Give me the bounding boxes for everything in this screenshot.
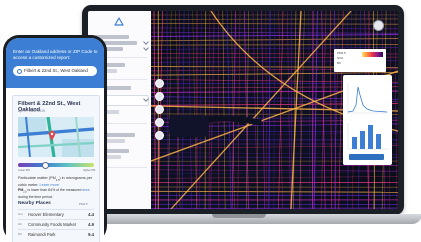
laptop-notch — [212, 214, 266, 218]
phone-frame: Enter an Oakland address or ZIP Code to … — [3, 35, 107, 242]
stats-charts — [347, 83, 388, 150]
address-search-input[interactable]: Filbert & 22nd St., West Oakland — [13, 66, 97, 76]
search-icon — [17, 68, 22, 74]
note-text: during the time period. — [18, 195, 53, 200]
chevron-down-icon[interactable] — [143, 39, 149, 45]
place-name: Hoover Elementary — [28, 212, 64, 217]
list-item[interactable]: 2nd Hoover Elementary 4.4 — [18, 209, 94, 219]
share-icon[interactable] — [155, 131, 164, 140]
list-item[interactable]: 6th Raimondi Park 9.4 — [18, 229, 94, 239]
pm-color-scale — [18, 163, 94, 167]
area-link[interactable]: area — [82, 188, 89, 192]
pm-description: Particulate matter (PM2.5) in micrograms… — [18, 176, 94, 188]
legend-label: BC — [337, 61, 342, 65]
scale-indicator[interactable] — [42, 162, 49, 169]
bar — [376, 134, 381, 149]
place-value: 4.4 — [88, 212, 94, 217]
zoom-out-icon[interactable] — [155, 105, 164, 114]
bar — [352, 137, 357, 149]
place-value: 4.9 — [88, 222, 94, 227]
place-name: Community Foods Market — [28, 222, 76, 227]
place-name: Raimondi Park — [28, 232, 56, 237]
report-header: Enter an Oakland address or ZIP Code to … — [6, 38, 104, 88]
phone-screen: Enter an Oakland address or ZIP Code to … — [6, 38, 104, 242]
laptop-screen: PM2.5 NO2 BC — [88, 11, 398, 209]
user-avatar-icon[interactable] — [373, 20, 384, 31]
bar — [360, 131, 365, 149]
note-text: is lower than 84% of the measured — [26, 188, 83, 192]
street-line — [311, 11, 314, 209]
learn-more-link[interactable]: Learn more — [40, 183, 59, 187]
map-toolbar — [155, 79, 164, 144]
nearby-heading: Nearby Places — [18, 201, 51, 206]
bar — [368, 125, 373, 149]
place-value: 9.4 — [88, 232, 94, 237]
map-legend: PM2.5 NO2 BC — [334, 49, 386, 72]
date-range: Apr 1 - June 2019 — [18, 109, 45, 113]
nearby-unit: PM2.5 — [79, 202, 88, 206]
comparison-note: PM2.5 is lower than 84% of the measured … — [18, 188, 94, 200]
layers-icon[interactable] — [155, 79, 164, 88]
zoom-in-icon[interactable] — [155, 92, 164, 101]
app-logo-icon — [114, 17, 124, 26]
location-report-card: Filbert & 22nd St., West Oakland Apr 1 -… — [12, 95, 100, 242]
scale-low-label: Lower PM — [18, 169, 30, 172]
chevron-down-icon[interactable] — [143, 45, 149, 51]
place-rank: 4th — [18, 222, 22, 226]
location-mini-map[interactable] — [18, 117, 94, 157]
place-rank: 6th — [18, 232, 22, 236]
place-rank: 2nd — [18, 212, 23, 216]
search-value: Filbert & 22nd St., West Oakland — [24, 68, 88, 73]
scale-high-label: Higher PM — [83, 169, 96, 172]
stats-panel — [343, 75, 392, 165]
address-prompt: Enter an Oakland address or ZIP Code to … — [13, 49, 98, 60]
laptop-frame: PM2.5 NO2 BC — [82, 5, 404, 215]
locate-icon[interactable] — [155, 118, 164, 127]
pm-text: Particulate matter (PM — [18, 176, 56, 180]
distribution-line — [347, 86, 388, 113]
stats-action-button[interactable] — [349, 154, 384, 160]
list-item[interactable]: 4th Community Foods Market 4.9 — [18, 219, 94, 229]
legend-color-ramp — [362, 52, 383, 57]
